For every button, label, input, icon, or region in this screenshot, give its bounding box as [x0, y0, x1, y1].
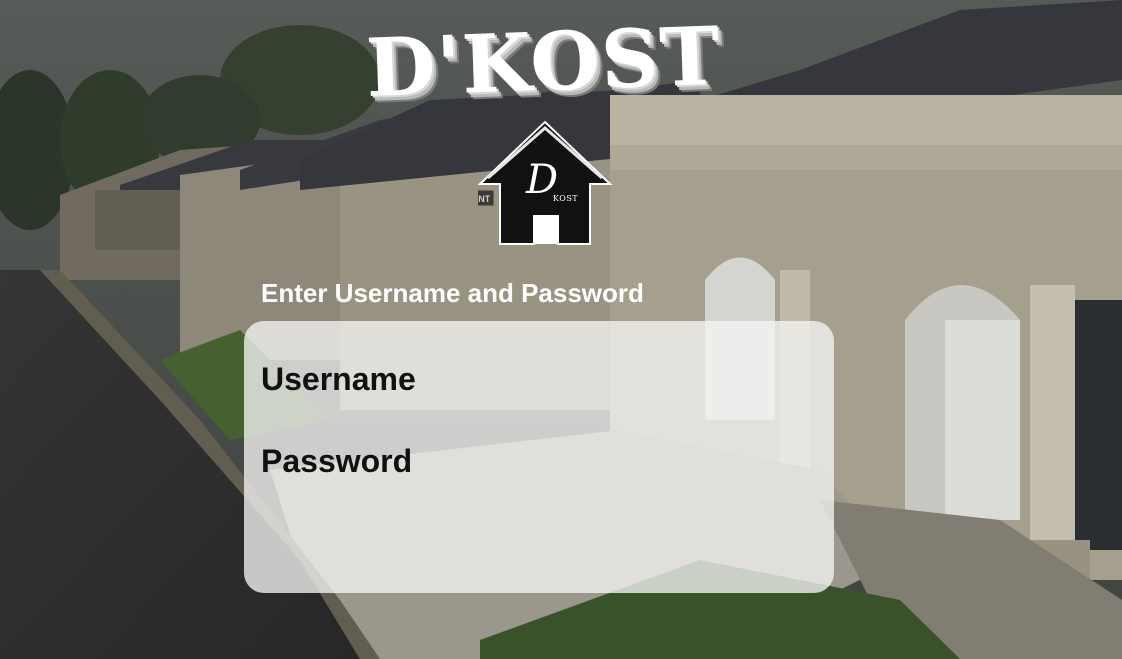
rent-sign-label: RENT: [478, 194, 491, 204]
brand-title: D'KOST: [364, 8, 722, 115]
username-label: Username: [261, 361, 416, 397]
login-prompt: Enter Username and Password: [261, 278, 644, 308]
rent-sign: RENT: [478, 189, 495, 207]
logo-subtext: KOST: [553, 194, 579, 203]
username-input[interactable]: [444, 361, 820, 397]
password-label: Password: [261, 443, 413, 479]
login-panel: Username Password: [244, 321, 834, 593]
password-input[interactable]: [444, 443, 820, 479]
